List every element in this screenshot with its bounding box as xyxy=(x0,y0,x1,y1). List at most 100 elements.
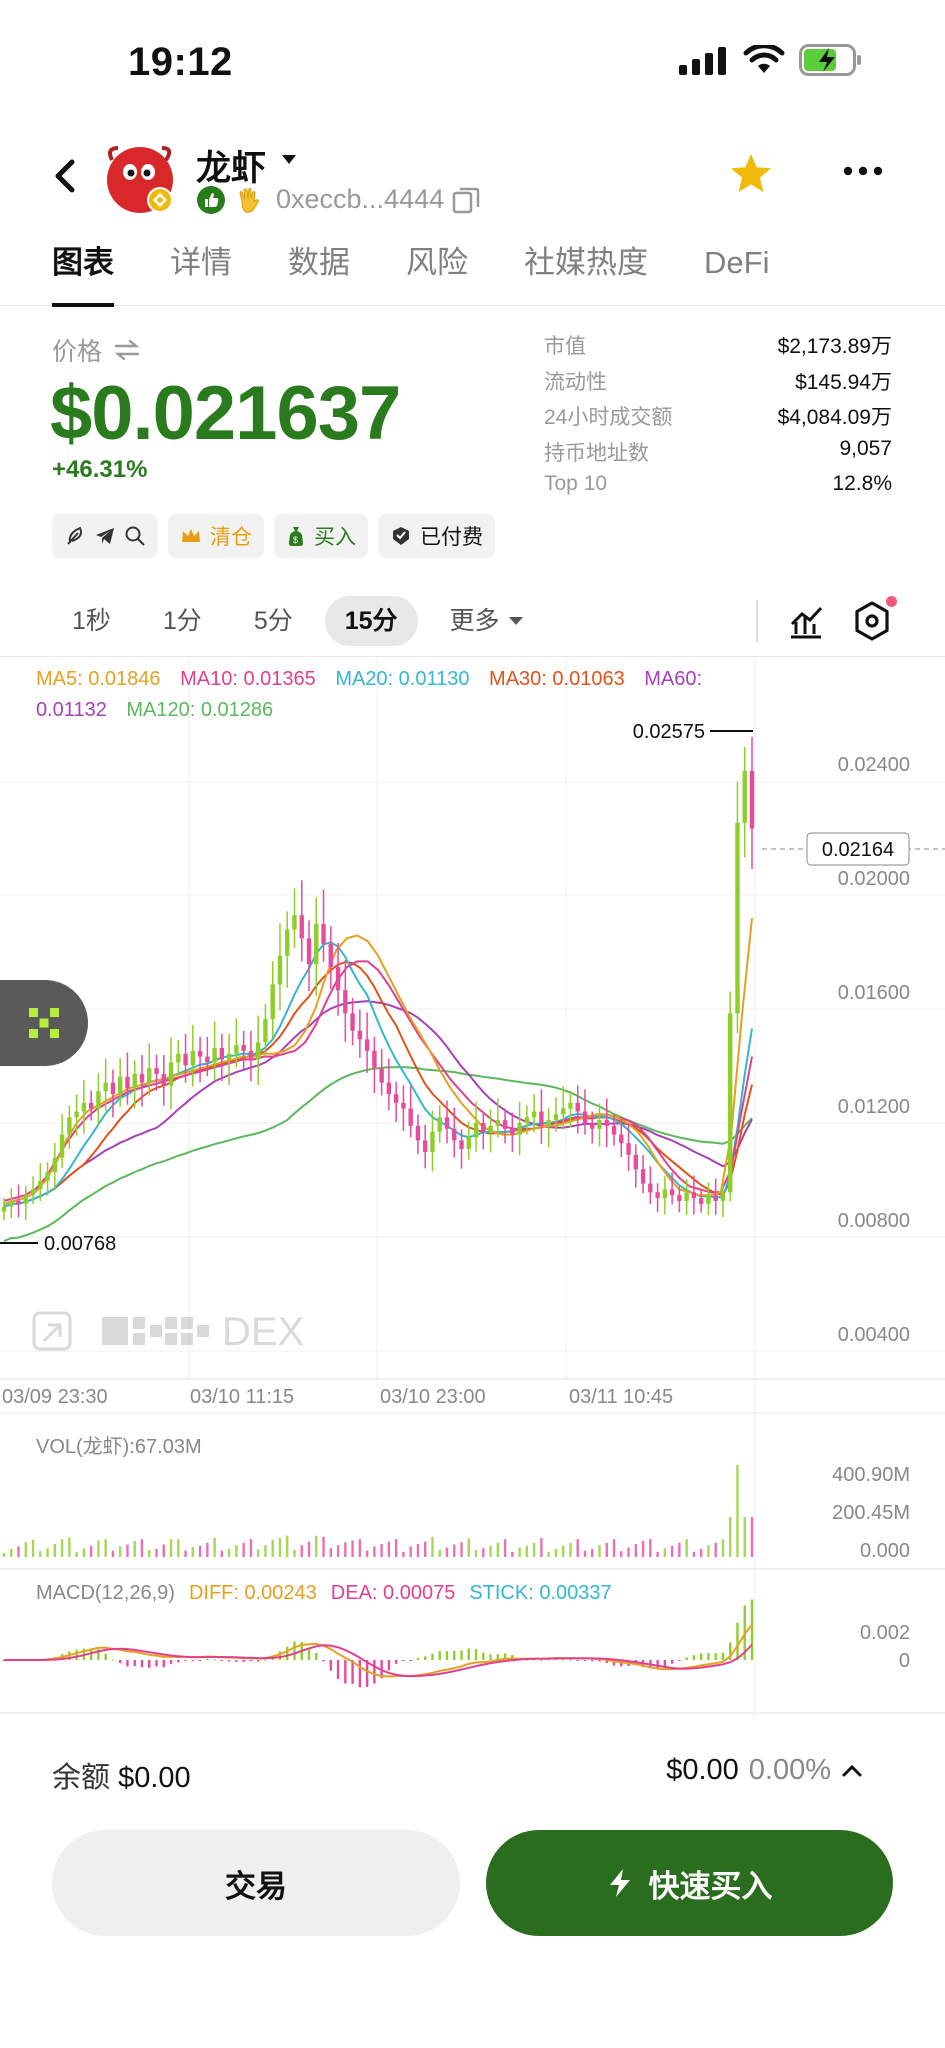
ma60-line xyxy=(3,1000,753,1208)
token-badges: 0xeccb...4444 xyxy=(196,184,480,215)
caret-down-icon[interactable] xyxy=(280,152,298,166)
candle-body xyxy=(684,1192,689,1201)
y-tick: 0.00400 xyxy=(838,1324,910,1346)
volume-bar xyxy=(24,1542,27,1557)
volume-bar xyxy=(227,1548,231,1557)
paid-chip[interactable]: 已付费 xyxy=(378,514,495,558)
back-arrow-icon[interactable] xyxy=(48,152,82,200)
candle-body xyxy=(430,1131,435,1152)
social-links-chip[interactable] xyxy=(52,514,158,558)
x-tick: 03/09 23:30 xyxy=(2,1386,108,1408)
volume-bar xyxy=(409,1546,412,1557)
macd-stick xyxy=(409,1660,412,1661)
volume-bar xyxy=(126,1544,129,1557)
candle-body xyxy=(553,1114,559,1121)
volume-bar xyxy=(242,1542,245,1557)
clear-position-chip[interactable]: 清仓 xyxy=(168,514,264,558)
volume-bar xyxy=(453,1544,456,1557)
buy-chip[interactable]: $ 买入 xyxy=(274,514,368,558)
star-icon[interactable] xyxy=(729,152,773,196)
crown-icon xyxy=(182,529,200,542)
kline-chart[interactable]: 0.02400 0.02000 0.01600 0.01200 0.00800 … xyxy=(0,657,945,1717)
stat-value: $2,173.89万 xyxy=(777,335,892,358)
candle-body xyxy=(568,1102,573,1109)
candle-body xyxy=(321,923,326,945)
volume-bar xyxy=(670,1545,674,1557)
volume-bar xyxy=(729,1517,732,1557)
token-avatar xyxy=(104,142,176,214)
candle-body xyxy=(88,1102,94,1109)
tab-risk[interactable]: 风险 xyxy=(406,240,468,306)
volume-bar xyxy=(583,1550,587,1557)
macd-stick xyxy=(329,1660,332,1671)
macd-stick xyxy=(177,1660,180,1663)
interval-more[interactable]: 更多 xyxy=(430,596,544,646)
macd-stick xyxy=(169,1660,173,1664)
macd-stick xyxy=(148,1660,151,1668)
tab-chart[interactable]: 图表 xyxy=(52,240,114,307)
tab-defi[interactable]: DeFi xyxy=(704,240,769,306)
more-dots-icon[interactable] xyxy=(843,166,883,176)
stat-key: 市值 xyxy=(544,335,586,358)
side-drawer-tab[interactable] xyxy=(0,980,88,1066)
volume-bar xyxy=(300,1545,303,1557)
trade-button[interactable]: 交易 xyxy=(52,1830,460,1936)
tab-details[interactable]: 详情 xyxy=(170,240,232,306)
candle-body xyxy=(648,1183,653,1193)
volume-bar xyxy=(97,1540,100,1557)
thumb-up-icon xyxy=(197,185,225,214)
stat-liquidity: 流动性 $145.94万 xyxy=(544,366,892,402)
kline-chart-panel[interactable]: 0.02400 0.02000 0.01600 0.01200 0.00800 … xyxy=(0,656,945,1717)
ma5-line xyxy=(3,917,753,1205)
chart-settings-icon[interactable] xyxy=(852,600,892,642)
candle-body xyxy=(125,1076,130,1089)
volume-bar xyxy=(467,1538,470,1557)
volume-bar xyxy=(184,1550,187,1557)
macd-stick xyxy=(227,1660,231,1662)
x-tick: 03/10 11:15 xyxy=(190,1386,294,1408)
interval-5m[interactable]: 5分 xyxy=(234,596,313,646)
macd-dea: DEA: 0.00075 xyxy=(330,1582,456,1604)
interval-1m[interactable]: 1分 xyxy=(143,596,222,646)
candle-body xyxy=(234,1045,239,1054)
macd-stick xyxy=(133,1660,136,1666)
x-tick: 03/11 10:45 xyxy=(569,1386,673,1408)
indicator-icon[interactable] xyxy=(788,604,824,640)
candle-body xyxy=(270,984,275,1020)
volume-bar xyxy=(649,1539,652,1557)
pnl-summary[interactable]: $0.00 0.00% xyxy=(666,1754,863,1787)
tab-social[interactable]: 社媒热度 xyxy=(524,240,648,306)
candle-body xyxy=(30,1189,36,1196)
volume-bar xyxy=(235,1545,238,1557)
macd-stick xyxy=(256,1660,260,1662)
interval-selector: 1秒 1分 5分 15分 更多 xyxy=(52,596,544,646)
current-price: $0.021637 xyxy=(50,371,401,456)
ma20-value: MA20: 0.01130 xyxy=(335,668,470,690)
quick-buy-button[interactable]: 快速买入 xyxy=(486,1830,893,1936)
candle-body xyxy=(531,1111,537,1118)
macd-stick xyxy=(707,1652,710,1660)
volume-bar xyxy=(39,1551,42,1557)
volume-bar xyxy=(750,1517,754,1557)
tab-data[interactable]: 数据 xyxy=(288,240,350,306)
candle-body xyxy=(379,1068,384,1083)
candle-body xyxy=(691,1192,697,1199)
volume-bar xyxy=(177,1539,180,1557)
interval-1s[interactable]: 1秒 xyxy=(52,596,131,646)
stat-value: 12.8% xyxy=(832,472,892,495)
candle-body xyxy=(749,770,755,829)
interval-15m[interactable]: 15分 xyxy=(324,596,418,646)
wave-hand-icon xyxy=(239,187,259,213)
candle-body xyxy=(393,1094,399,1103)
candle-body xyxy=(299,915,304,939)
macd-stick xyxy=(445,1651,449,1660)
volume-bar xyxy=(60,1539,64,1557)
volume-bar xyxy=(351,1540,354,1557)
copy-icon[interactable] xyxy=(452,185,480,215)
macd-diff: DIFF: 0.00243 xyxy=(188,1582,317,1604)
swap-icon[interactable] xyxy=(114,339,140,361)
volume-bar xyxy=(460,1542,463,1557)
buy-chip-label: 买入 xyxy=(314,526,356,549)
macd-stick xyxy=(111,1659,115,1661)
stat-key: 持币地址数 xyxy=(544,441,649,465)
